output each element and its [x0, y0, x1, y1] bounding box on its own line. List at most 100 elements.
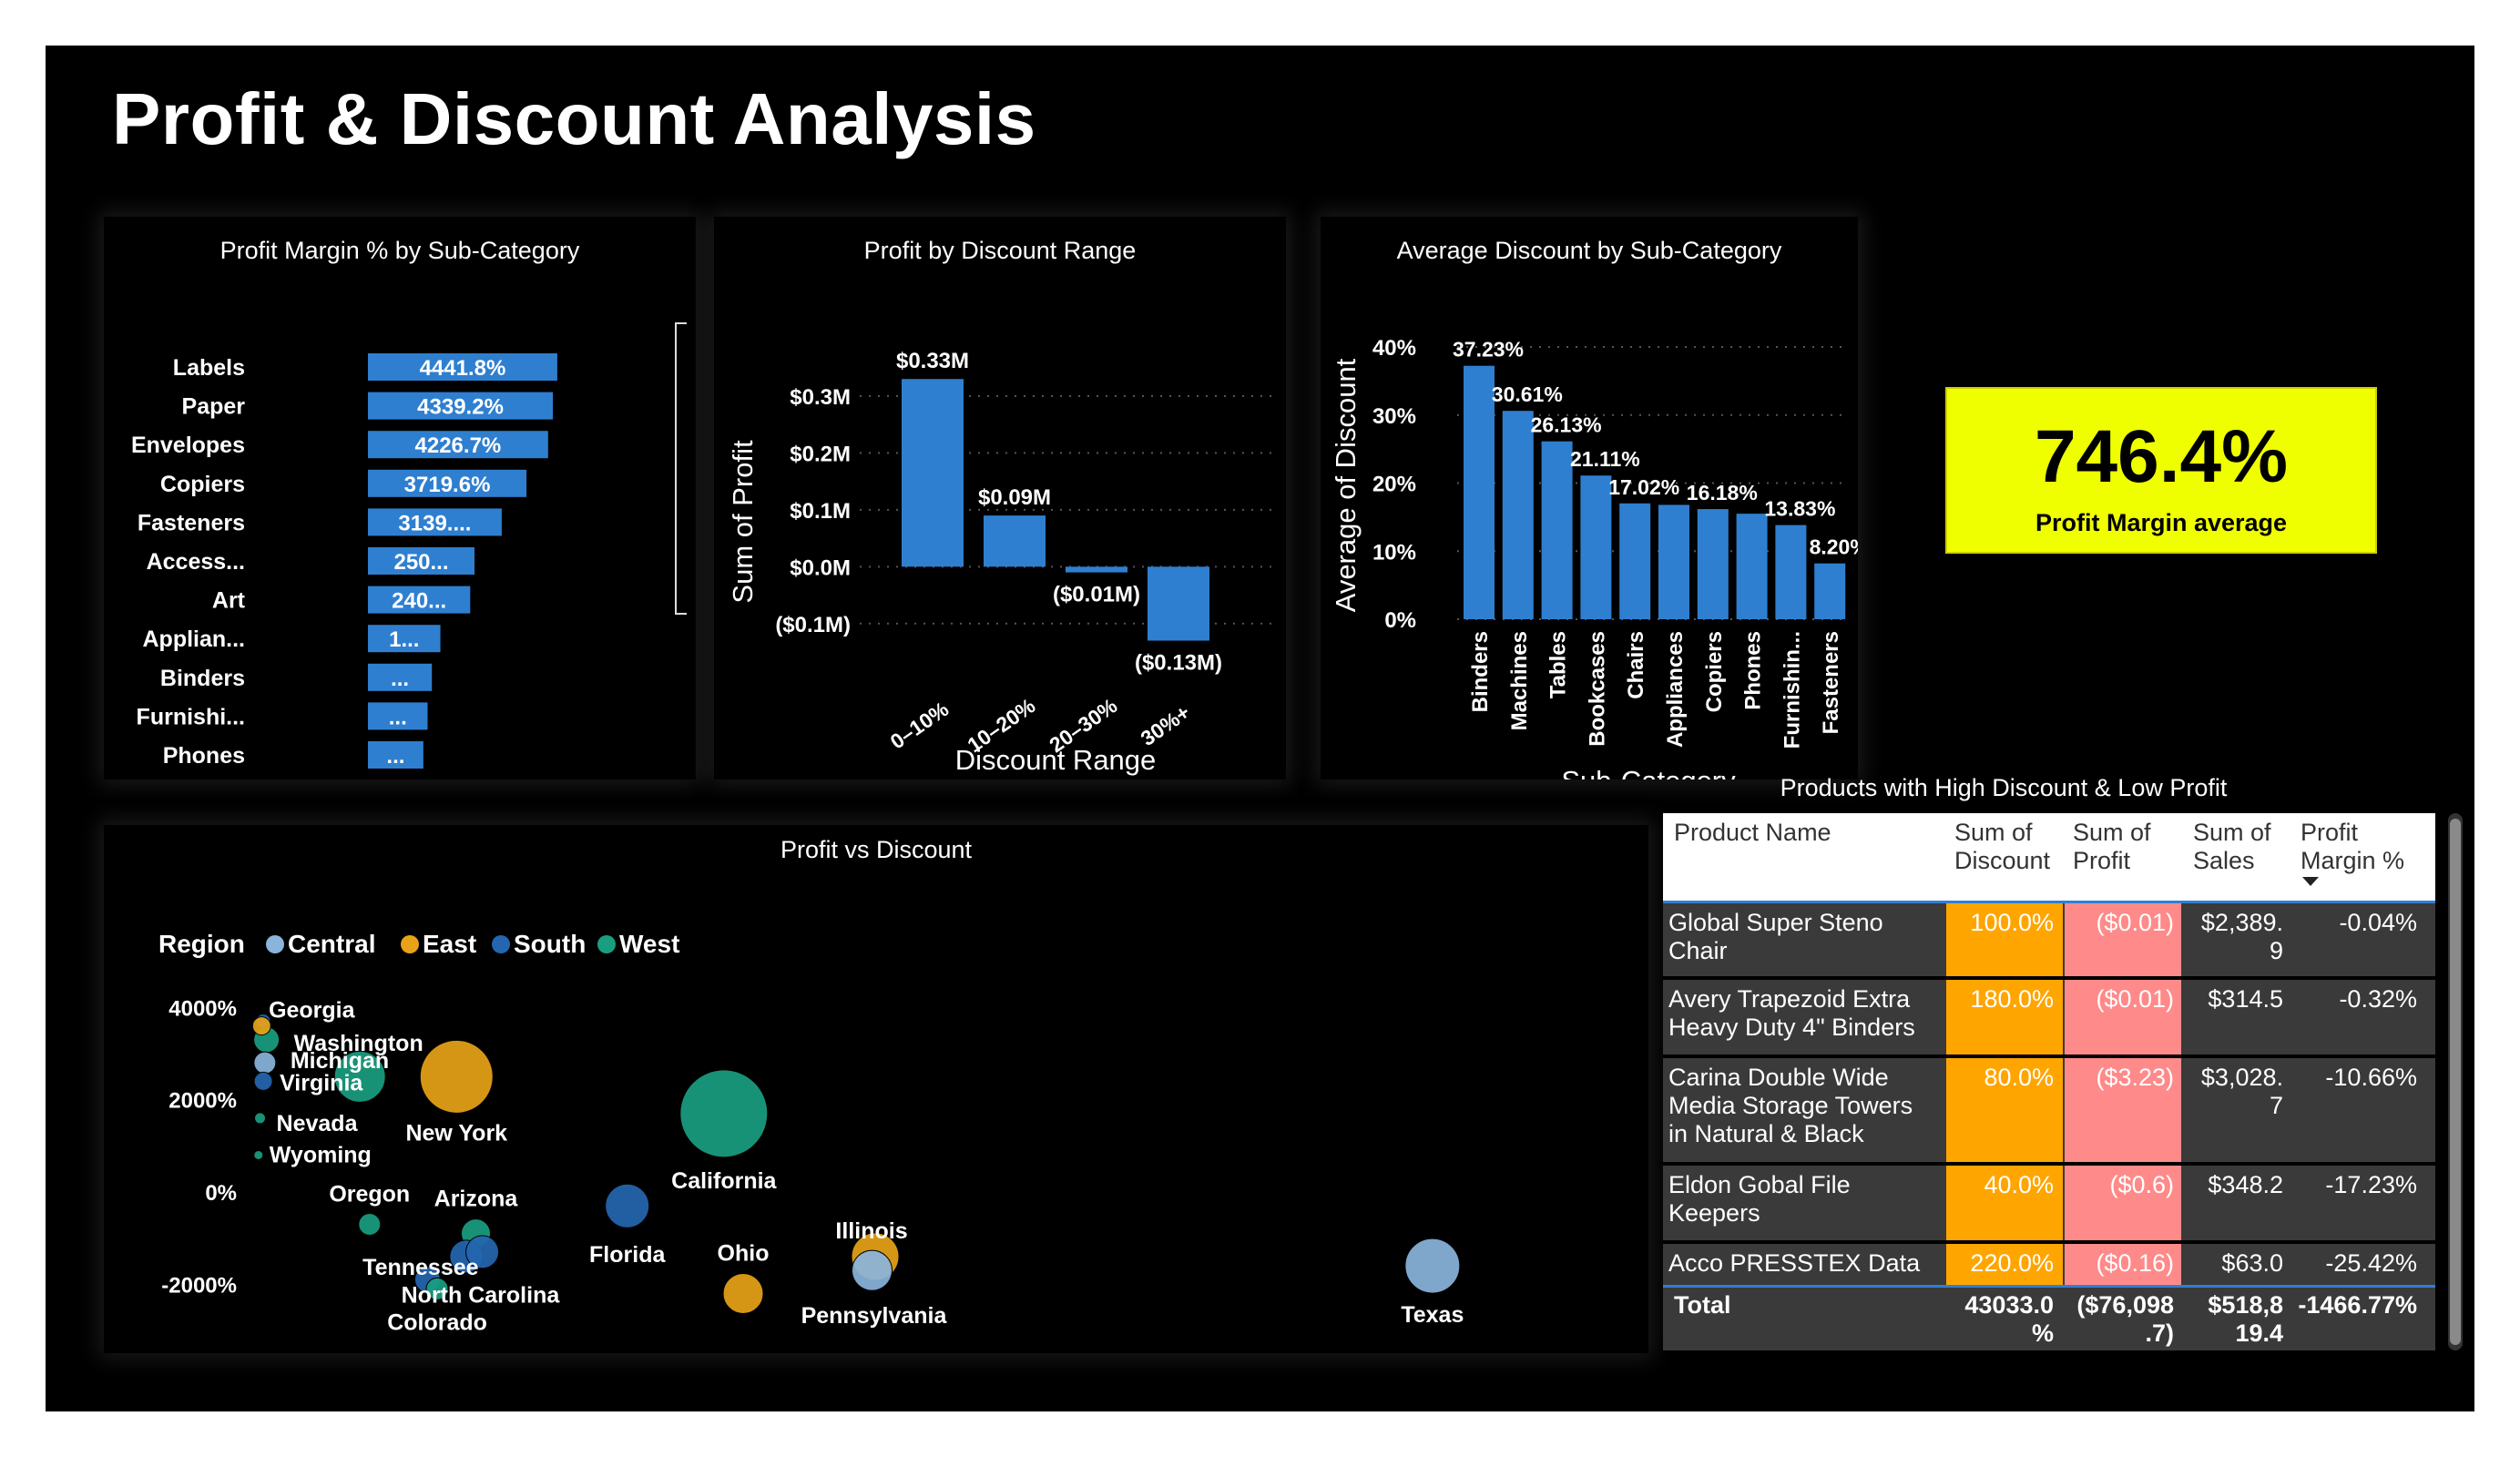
total-profit-margin: -1466.77%	[2298, 1291, 2417, 1319]
average-discount-card[interactable]: Average Discount by Sub-Category 40% 30% 2…	[1321, 217, 1858, 779]
table-row[interactable]: Carina Double Wide Media Storage Towers in…	[1663, 1058, 2435, 1162]
legend-marker	[492, 935, 510, 953]
products-table[interactable]: Product Name Sum of Discount Sum of Prof…	[1663, 813, 2435, 1350]
col-sum-sales-l2: Sales	[2193, 847, 2255, 874]
average-discount-chart: 40% 30% 20% 10% 0% 37.23% Binders 30.61% Machine…	[1330, 336, 1858, 779]
tick-label: 30%	[1372, 404, 1416, 429]
data-point	[851, 1249, 893, 1291]
point-label: Ohio	[718, 1240, 770, 1266]
point-label: Wyoming	[270, 1142, 372, 1167]
legend-item: West	[619, 930, 679, 958]
bar	[1697, 509, 1729, 619]
col-sum-profit-l2: Profit	[2073, 847, 2131, 874]
point-label: North Carolina	[402, 1282, 561, 1308]
cell-sales: $314.5	[2208, 985, 2283, 1013]
point-label: Florida	[589, 1242, 666, 1268]
tick-label: $0.0M	[790, 555, 851, 580]
profit-vs-discount-card[interactable]: Profit vs Discount Region Central East Sout…	[104, 825, 1648, 1353]
data-label: 17.02%	[1608, 475, 1679, 499]
category-label: Appliances	[1663, 631, 1688, 748]
category-label: Envelopes	[131, 433, 245, 458]
col-product-name-l1: Product Name	[1674, 819, 1831, 846]
bar	[1580, 475, 1612, 619]
cell-sales: $348.2	[2208, 1171, 2283, 1198]
data-label: 13.83%	[1764, 497, 1835, 521]
category-label: 0–10%	[886, 697, 954, 753]
cell-profit: ($0.01)	[2065, 980, 2181, 1055]
axis-label: Discount Range	[955, 744, 1157, 776]
data-label: 37.23%	[1453, 338, 1524, 362]
table-row[interactable]: Avery Trapezoid Extra Heavy Duty 4" Binde…	[1663, 980, 2435, 1055]
cell-sales: $63.0	[2221, 1249, 2283, 1277]
category-label: Labels	[173, 355, 245, 381]
bar	[1066, 566, 1127, 573]
profit-margin-card[interactable]: Profit Margin % by Sub-Category Labels 44…	[104, 217, 696, 779]
col-sum-discount-l2: Discount	[1954, 847, 2051, 874]
profit-margin-chart: Labels 4441.8% Paper 4339.2% Envelopes 4226.7…	[131, 322, 687, 769]
data-label: 250...	[393, 550, 448, 575]
cell-profit: ($0.6)	[2065, 1166, 2181, 1240]
col-product-name[interactable]: Product Name	[1674, 819, 1831, 847]
col-sum-discount-l1: Sum of	[1954, 819, 2033, 846]
col-sum-profit[interactable]: Sum of Profit	[2073, 819, 2151, 875]
bar	[1464, 365, 1495, 619]
category-label: Binders	[160, 666, 245, 691]
legend-title: Region	[158, 930, 245, 958]
data-label: 4441.8%	[420, 356, 506, 381]
table-scrollbar[interactable]	[2448, 813, 2463, 1350]
bar	[1775, 525, 1807, 619]
bar	[902, 379, 964, 567]
cell-discount: 100.0%	[1946, 903, 2063, 976]
profit-by-discount-card[interactable]: Profit by Discount Range $0.3M $0.2M $0.1M…	[714, 217, 1286, 779]
data-point	[253, 1149, 264, 1160]
data-label: 4226.7%	[415, 433, 502, 458]
axis-label: Average of Discount	[1330, 358, 1362, 612]
data-label: ($0.13M)	[1135, 651, 1222, 676]
cell-profit-margin: -0.04%	[2339, 909, 2417, 936]
sort-desc-icon[interactable]	[2302, 877, 2319, 886]
bar	[1148, 566, 1209, 641]
col-sum-profit-l1: Sum of	[2073, 819, 2151, 846]
legend-item: East	[423, 930, 476, 958]
table-row[interactable]: Acco PRESSTEX Data 220.0% ($0.16) $63.0 …	[1663, 1244, 2435, 1285]
cell-product-name: Global Super Steno Chair	[1668, 909, 1883, 964]
profit-margin-kpi-card[interactable]: 746.4% Profit Margin average	[1945, 387, 2377, 554]
data-label: ...	[389, 705, 407, 729]
data-point	[679, 1069, 769, 1158]
category-label: Phones	[163, 743, 245, 769]
cell-profit-margin: -0.32%	[2339, 985, 2417, 1013]
scrollbar-thumb[interactable]	[2450, 819, 2461, 1345]
cell-profit: ($0.01)	[2065, 903, 2181, 976]
bar	[1502, 411, 1534, 619]
tick-label: 20%	[1372, 473, 1416, 497]
category-label: Fasteners	[1819, 631, 1843, 734]
legend-marker	[401, 935, 419, 953]
cell-discount: 220.0%	[1946, 1244, 2063, 1285]
page-title: Profit & Discount Analysis	[112, 78, 1036, 159]
total-discount: 43033.0%	[1964, 1291, 2054, 1347]
category-label: Paper	[182, 394, 246, 420]
col-profit-margin[interactable]: Profit Margin %	[2301, 819, 2404, 886]
tick-label: ($0.1M)	[775, 613, 851, 637]
cell-discount: 40.0%	[1946, 1166, 2063, 1240]
point-label: Colorado	[387, 1309, 487, 1335]
tick-label: $0.2M	[790, 442, 851, 466]
table-row[interactable]: Eldon Gobal File Keepers 40.0% ($0.6) $34…	[1663, 1166, 2435, 1240]
col-sum-discount[interactable]: Sum of Discount	[1954, 819, 2050, 875]
table-row[interactable]: Global Super Steno Chair 100.0% ($0.01) $…	[1663, 903, 2435, 976]
total-label: Total	[1674, 1291, 1731, 1319]
bar	[1541, 441, 1573, 619]
cell-product-name: Carina Double Wide Media Storage Towers in…	[1668, 1064, 1913, 1147]
point-label: Nevada	[277, 1111, 359, 1136]
data-label: 30.61%	[1492, 382, 1563, 406]
category-label: Tables	[1546, 631, 1571, 698]
axis-label: Sum of Profit	[727, 440, 759, 604]
point-label: Tennessee	[362, 1255, 478, 1280]
data-label: 21.11%	[1570, 447, 1640, 471]
point-label: Arizona	[434, 1187, 519, 1212]
cell-product-name: Avery Trapezoid Extra Heavy Duty 4" Binde…	[1668, 985, 1915, 1041]
category-label: Chairs	[1624, 631, 1648, 699]
legend-marker	[597, 935, 616, 953]
col-sum-sales[interactable]: Sum of Sales	[2193, 819, 2271, 875]
data-point	[1404, 1238, 1461, 1294]
